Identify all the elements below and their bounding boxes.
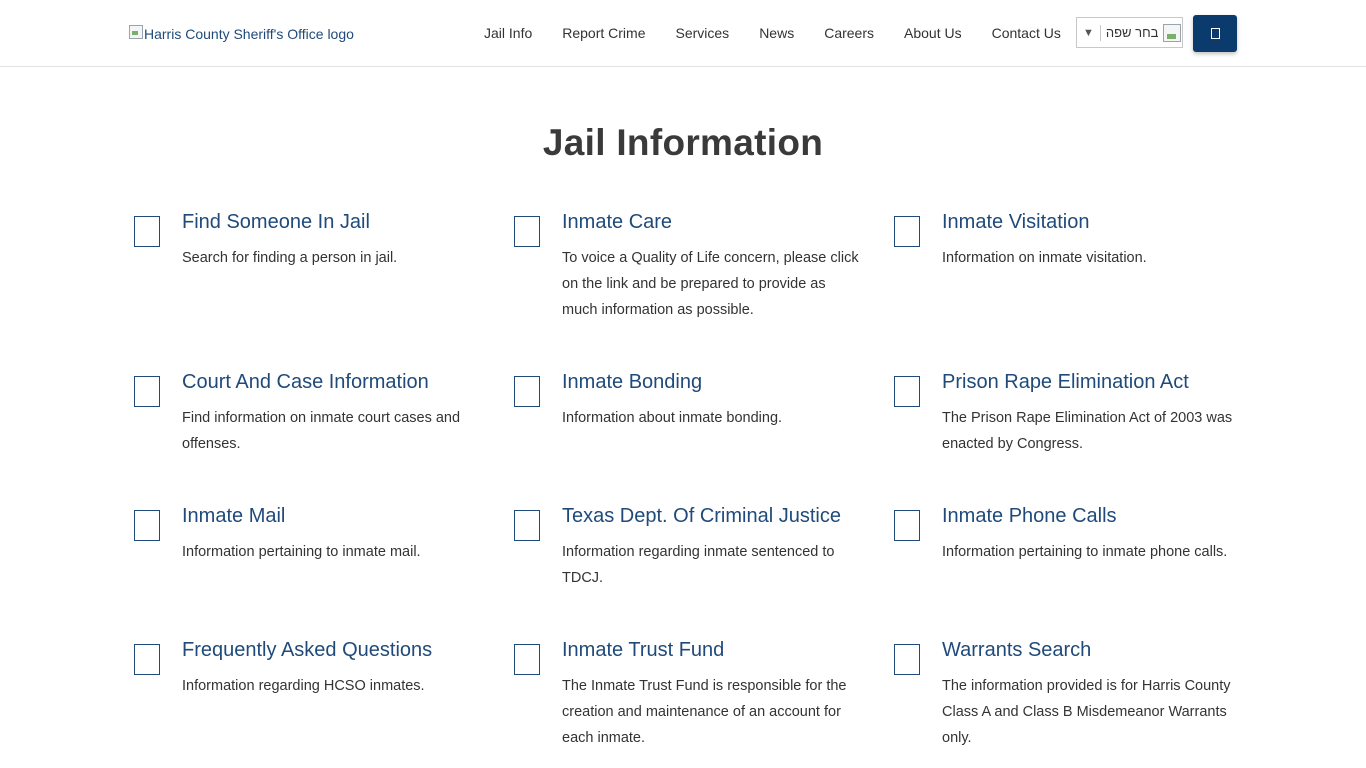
- language-flag-icon: [1163, 23, 1182, 42]
- search-button[interactable]: [1193, 15, 1237, 52]
- language-select[interactable]: ▼ בחר שפה: [1076, 17, 1183, 48]
- nav-jail-info[interactable]: Jail Info: [484, 25, 532, 41]
- card-title[interactable]: Texas Dept. Of Criminal Justice: [562, 504, 841, 528]
- card-icon-placeholder: [134, 644, 160, 675]
- card-title[interactable]: Inmate Trust Fund: [562, 638, 724, 662]
- card-description: Search for finding a person in jail.: [182, 250, 398, 266]
- card-description: The information provided is for Harris C…: [942, 678, 1231, 746]
- card-description: The Inmate Trust Fund is responsible for…: [562, 678, 847, 746]
- broken-image-icon: [128, 24, 144, 40]
- card-icon-placeholder: [134, 216, 160, 247]
- main-nav: Jail Info Report Crime Services News Car…: [484, 25, 1061, 41]
- nav-report-crime[interactable]: Report Crime: [562, 25, 645, 41]
- nav-about-us[interactable]: About Us: [904, 25, 962, 41]
- card-icon-placeholder: [514, 644, 540, 675]
- card-description: Information pertaining to inmate mail.: [182, 544, 421, 560]
- card-title[interactable]: Inmate Bonding: [562, 370, 702, 394]
- card-icon-placeholder: [894, 644, 920, 675]
- card-description: To voice a Quality of Life concern, plea…: [562, 250, 859, 318]
- card-description: Information about inmate bonding.: [562, 410, 783, 426]
- page-title: Jail Information: [542, 122, 824, 163]
- card-icon-placeholder: [514, 376, 540, 407]
- nav-services[interactable]: Services: [676, 25, 730, 41]
- card-description: Information regarding inmate sentenced t…: [562, 544, 835, 586]
- card-description: Information pertaining to inmate phone c…: [942, 544, 1228, 560]
- card-title[interactable]: Find Someone In Jail: [182, 210, 370, 234]
- card-title[interactable]: Court And Case Information: [182, 370, 429, 394]
- card-description: The Prison Rape Elimination Act of 2003 …: [942, 410, 1233, 452]
- select-divider: [1099, 24, 1101, 41]
- card-icon-placeholder: [514, 510, 540, 541]
- card-description: Information regarding HCSO inmates.: [182, 678, 425, 694]
- nav-news[interactable]: News: [759, 25, 794, 41]
- card-icon-placeholder: [514, 216, 540, 247]
- card-description: Find information on inmate court cases a…: [182, 410, 461, 452]
- search-icon: [1210, 28, 1220, 39]
- card-icon-placeholder: [894, 510, 920, 541]
- card-title[interactable]: Warrants Search: [942, 638, 1091, 662]
- card-icon-placeholder: [134, 376, 160, 407]
- card-icon-placeholder: [134, 510, 160, 541]
- card-title[interactable]: Inmate Mail: [182, 504, 285, 528]
- card-title[interactable]: Inmate Phone Calls: [942, 504, 1117, 528]
- site-header: Harris County Sheriff's Office logo Jail…: [0, 0, 1366, 67]
- nav-careers[interactable]: Careers: [824, 25, 874, 41]
- card-title[interactable]: Prison Rape Elimination Act: [942, 370, 1189, 394]
- nav-contact-us[interactable]: Contact Us: [992, 25, 1061, 41]
- card-icon-placeholder: [894, 376, 920, 407]
- dropdown-arrow-icon: ▼: [1083, 26, 1094, 39]
- site-logo-link[interactable]: Harris County Sheriff's Office logo: [128, 21, 354, 42]
- card-title[interactable]: Inmate Care: [562, 210, 672, 234]
- logo-alt-text: Harris County Sheriff's Office logo: [144, 26, 354, 42]
- card-title[interactable]: Inmate Visitation: [942, 210, 1090, 234]
- card-title[interactable]: Frequently Asked Questions: [182, 638, 432, 662]
- card-description: Information on inmate visitation.: [942, 250, 1147, 266]
- language-select-label: בחר שפה: [1105, 25, 1159, 40]
- card-icon-placeholder: [894, 216, 920, 247]
